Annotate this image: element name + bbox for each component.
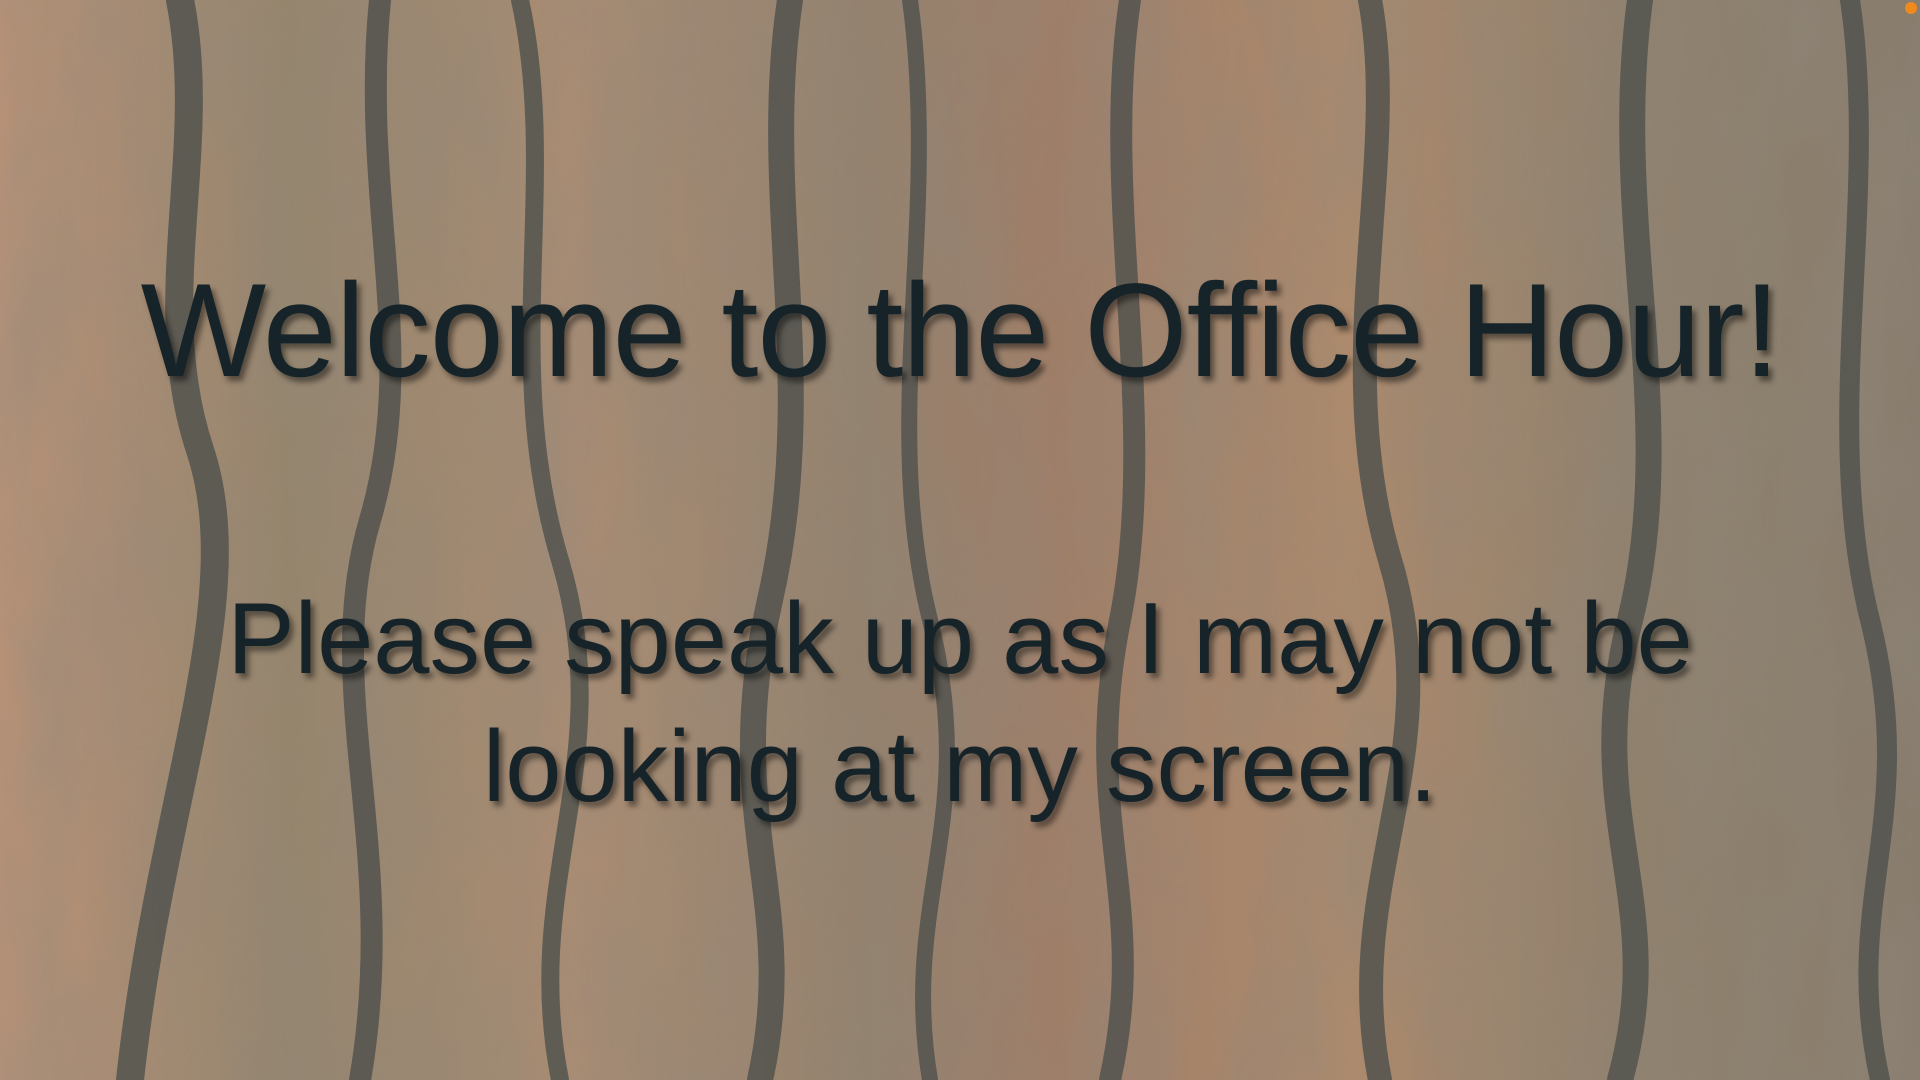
background-overlay — [0, 0, 1920, 1080]
message-line-2: looking at my screen. — [482, 711, 1438, 823]
slide-title: Welcome to the Office Hour! — [140, 257, 1781, 405]
status-indicator-dot — [1905, 2, 1917, 14]
slide-message: Please speak up as I may not be looking … — [0, 575, 1920, 831]
message-line-1: Please speak up as I may not be — [227, 583, 1693, 695]
